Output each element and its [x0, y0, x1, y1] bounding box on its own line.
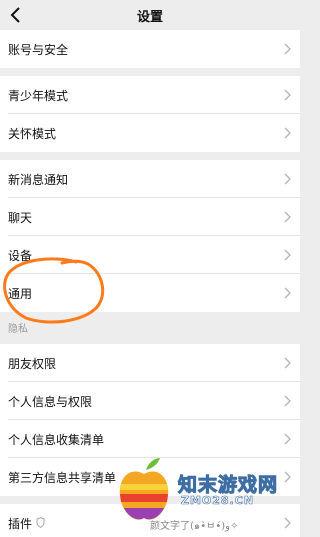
chevron-right-icon [284, 471, 291, 483]
chevron-right-icon [284, 43, 291, 55]
chevron-right-icon [284, 173, 291, 185]
chevron-right-icon [284, 433, 291, 445]
chevron-right-icon [284, 211, 291, 223]
settings-item-label: 插件 [8, 517, 33, 531]
settings-item-label: 账号与安全 [8, 43, 69, 57]
settings-item-label: 设备 [8, 249, 33, 263]
section-label-privacy: 隐私 [8, 324, 28, 335]
settings-item-care-mode[interactable]: 关怀模式 [0, 114, 300, 152]
chevron-right-icon [284, 287, 291, 299]
watermark-text: 知末游戏网 [177, 474, 279, 497]
settings-item-label: 通用 [8, 287, 33, 301]
settings-item-personal-info-permissions[interactable]: 个人信息与权限 [0, 382, 300, 420]
watermark-subtext: ZMO28.CN [181, 494, 255, 508]
settings-item-chat[interactable]: 聊天 [0, 198, 300, 236]
settings-item-device[interactable]: 设备 [0, 236, 300, 274]
settings-item-label: 第三方信息共享清单 [8, 471, 117, 485]
settings-item-personal-info-list[interactable]: 个人信息收集清单 [0, 420, 300, 458]
settings-item-label: 朋友权限 [8, 357, 57, 371]
chevron-right-icon [284, 89, 291, 101]
settings-item-label: 关怀模式 [8, 127, 57, 141]
chevron-right-icon [284, 357, 291, 369]
chevron-right-icon [284, 395, 291, 407]
settings-item-label: 个人信息收集清单 [8, 433, 105, 447]
settings-item-general[interactable]: 通用 [0, 274, 300, 312]
page-title: 设置 [136, 10, 163, 25]
settings-item-label: 聊天 [8, 211, 33, 225]
shield-icon [36, 517, 45, 528]
settings-item-label: 个人信息与权限 [8, 395, 93, 409]
watermark-logo-icon [119, 458, 169, 520]
settings-item-teen-mode[interactable]: 青少年模式 [0, 76, 300, 114]
chevron-right-icon [284, 517, 291, 529]
settings-item-friend-permissions[interactable]: 朋友权限 [0, 344, 300, 382]
settings-item-new-message-notify[interactable]: 新消息通知 [0, 160, 300, 198]
header-bar: 设置 [0, 0, 300, 30]
settings-item-label: 新消息通知 [8, 173, 69, 187]
settings-item-label: 青少年模式 [8, 89, 69, 103]
settings-item-account-security[interactable]: 账号与安全 [0, 30, 300, 68]
chevron-right-icon [284, 249, 291, 261]
chevron-right-icon [284, 127, 291, 139]
